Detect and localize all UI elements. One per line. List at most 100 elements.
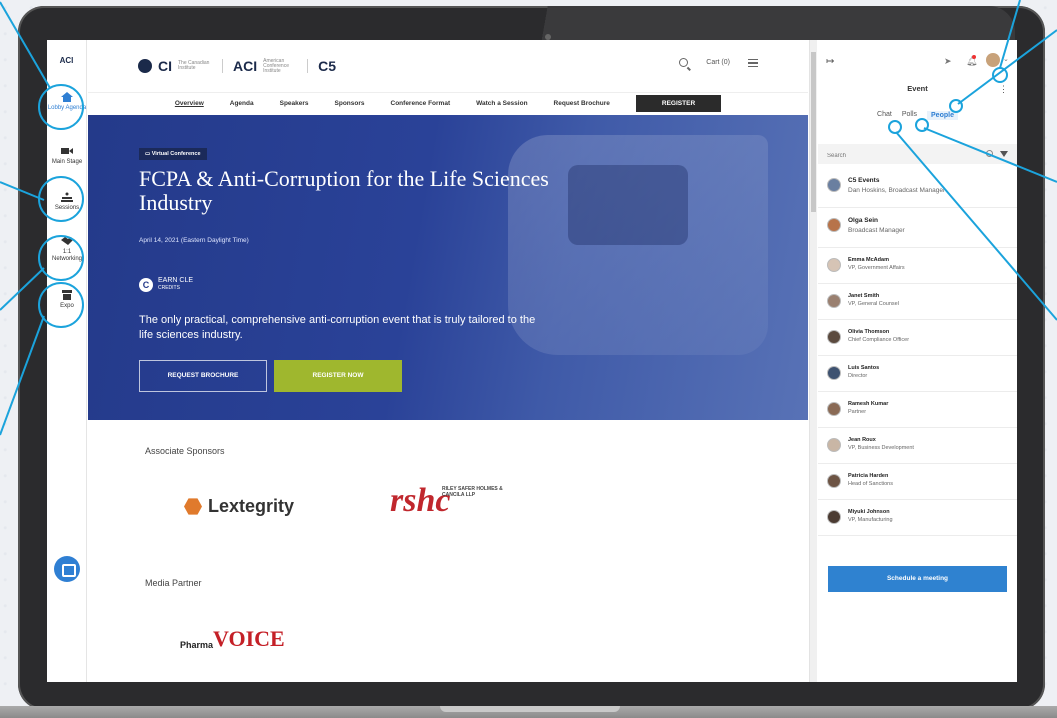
nav-watch-session[interactable]: Watch a Session bbox=[476, 100, 527, 107]
tab-people[interactable]: People bbox=[927, 111, 958, 120]
person-name: Janet Smith bbox=[848, 293, 880, 299]
ci-brand[interactable]: CI The Canadian Institute bbox=[138, 58, 212, 74]
aci-logo-text: ACI bbox=[233, 58, 258, 74]
cle-credits: C EARN CLE CREDITS bbox=[139, 277, 193, 292]
person-name: Emma McAdam bbox=[848, 257, 889, 263]
media-partner-heading: Media Partner bbox=[145, 578, 202, 588]
user-avatar[interactable] bbox=[986, 53, 1000, 67]
person-name: Olga Sein bbox=[848, 217, 878, 224]
rail-item-main-stage[interactable]: Main Stage bbox=[47, 146, 87, 166]
request-brochure-button[interactable]: REQUEST BROCHURE bbox=[139, 360, 267, 392]
tag-label: Virtual Conference bbox=[151, 151, 201, 157]
globe-icon bbox=[138, 59, 152, 73]
search-icon[interactable] bbox=[679, 58, 689, 67]
person-role: Chief Compliance Officer bbox=[848, 337, 910, 343]
booth-icon bbox=[62, 290, 72, 300]
rail-label: Main Stage bbox=[51, 159, 83, 165]
list-item[interactable]: Olga Sein Broadcast Manager bbox=[818, 208, 1017, 248]
rail-item-expo[interactable]: Expo bbox=[47, 290, 87, 310]
list-item[interactable]: Jean Roux VP, Business Development bbox=[818, 428, 1017, 464]
hamburger-menu-icon[interactable] bbox=[748, 58, 758, 67]
site-header: CI The Canadian Institute ACI American C… bbox=[88, 40, 808, 92]
list-item[interactable]: Luis Santos Director bbox=[818, 356, 1017, 392]
cle-c-icon: C bbox=[139, 277, 153, 292]
site-nav: Overview Agenda Speakers Sponsors Confer… bbox=[88, 92, 808, 114]
avatar bbox=[827, 330, 841, 344]
list-item[interactable]: Ramesh Kumar Partner bbox=[818, 392, 1017, 428]
tab-polls[interactable]: Polls bbox=[902, 111, 917, 120]
nav-overview[interactable]: Overview bbox=[175, 100, 204, 107]
chat-launcher-button[interactable] bbox=[54, 556, 80, 582]
event-side-panel: ↦ ➤ 🔔︎ ⌄ Event ⋮ Chat Polls People C5 Ev… bbox=[818, 40, 1017, 682]
hero-title: FCPA & Anti-Corruption for the Life Scie… bbox=[139, 166, 549, 215]
person-role: VP, General Counsel bbox=[848, 301, 899, 307]
avatar bbox=[827, 402, 841, 416]
tab-chat[interactable]: Chat bbox=[877, 111, 892, 120]
person-name: C5 Events bbox=[848, 177, 880, 184]
list-item[interactable]: Patricia Harden Head of Sanctions bbox=[818, 464, 1017, 500]
lextegrity-logo[interactable]: Lextegrity bbox=[184, 496, 294, 517]
virtual-conference-tag: ▭ Virtual Conference bbox=[139, 148, 207, 160]
person-name: Ramesh Kumar bbox=[848, 401, 889, 407]
associate-sponsors-heading: Associate Sponsors bbox=[145, 446, 225, 456]
panel-toolbar: ↦ ➤ 🔔︎ ⌄ bbox=[818, 40, 1017, 76]
search-icon[interactable] bbox=[986, 150, 993, 157]
list-item[interactable]: Olivia Thomson Chief Compliance Officer bbox=[818, 320, 1017, 356]
voice-text: VOICE bbox=[213, 626, 285, 651]
rail-label: Sessions bbox=[54, 205, 80, 211]
register-now-button[interactable]: REGISTER NOW bbox=[274, 360, 402, 392]
left-rail: ACI Lobby Agenda Main Stage Sessions 1:1… bbox=[47, 40, 87, 682]
nav-request-brochure[interactable]: Request Brochure bbox=[554, 100, 610, 107]
lextegrity-wordmark: Lextegrity bbox=[208, 496, 295, 516]
laptop-notch bbox=[440, 706, 620, 712]
avatar bbox=[827, 510, 841, 524]
kebab-menu-icon[interactable]: ⋮ bbox=[999, 84, 1008, 95]
people-list: C5 Events Dan Hoskins, Broadcast Manager… bbox=[818, 168, 1017, 536]
send-icon[interactable]: ➤ bbox=[944, 56, 952, 67]
nav-agenda[interactable]: Agenda bbox=[230, 100, 254, 107]
main-scrollbar[interactable] bbox=[809, 40, 817, 682]
nav-conference-format[interactable]: Conference Format bbox=[391, 100, 451, 107]
cle-line1: EARN CLE bbox=[158, 277, 194, 284]
chevron-down-icon[interactable]: ⌄ bbox=[1003, 55, 1009, 63]
avatar bbox=[827, 366, 841, 380]
rail-label: Expo bbox=[60, 303, 74, 309]
people-search-input[interactable] bbox=[827, 153, 967, 159]
person-role: VP, Business Development bbox=[848, 445, 914, 451]
rail-label: 1:1 Networking bbox=[51, 249, 82, 262]
person-role: Dan Hoskins, Broadcast Manager bbox=[848, 187, 946, 194]
aci-logo: ACI bbox=[59, 56, 74, 65]
pharmavoice-logo[interactable]: Pharma VOICE bbox=[180, 626, 285, 651]
app-screen: ACI Lobby Agenda Main Stage Sessions 1:1… bbox=[47, 40, 1017, 682]
laptop-base bbox=[0, 706, 1057, 718]
rail-item-sessions[interactable]: Sessions bbox=[47, 192, 87, 212]
avatar bbox=[827, 438, 841, 452]
collapse-panel-icon[interactable]: ↦ bbox=[826, 56, 834, 67]
list-item[interactable]: Janet Smith VP, General Counsel bbox=[818, 284, 1017, 320]
list-item[interactable]: C5 Events Dan Hoskins, Broadcast Manager bbox=[818, 168, 1017, 208]
rail-item-lobby-agenda[interactable]: Lobby Agenda bbox=[47, 92, 87, 112]
event-date: April 14, 2021 (Eastern Daylight Time) bbox=[139, 237, 249, 244]
rshc-firm-name: RILEY SAFER HOLMES & CANCILA LLP bbox=[442, 486, 503, 498]
cle-line2: CREDITS bbox=[158, 285, 180, 291]
ci-logo-text: CI bbox=[158, 58, 172, 74]
nav-speakers[interactable]: Speakers bbox=[280, 100, 309, 107]
audience-icon bbox=[61, 192, 73, 202]
aci-brand[interactable]: ACI American Conference Institute bbox=[233, 58, 297, 74]
schedule-meeting-button[interactable]: Schedule a meeting bbox=[828, 566, 1007, 592]
pharma-text: Pharma bbox=[180, 640, 214, 650]
avatar bbox=[827, 474, 841, 488]
nav-sponsors[interactable]: Sponsors bbox=[335, 100, 365, 107]
cart-link[interactable]: Cart (0) bbox=[706, 59, 730, 66]
c5-brand[interactable]: C5 bbox=[318, 58, 336, 74]
rail-item-networking[interactable]: 1:1 Networking bbox=[47, 236, 87, 263]
list-item[interactable]: Emma McAdam VP, Government Affairs bbox=[818, 248, 1017, 284]
avatar bbox=[827, 178, 841, 192]
scrollbar-thumb[interactable] bbox=[811, 52, 816, 212]
nav-register-button[interactable]: REGISTER bbox=[635, 95, 722, 112]
list-item[interactable]: Miyuki Johnson VP, Manufacturing bbox=[818, 500, 1017, 536]
home-icon bbox=[61, 92, 73, 102]
filter-icon[interactable] bbox=[1000, 151, 1008, 157]
rshc-logo[interactable]: rshc RILEY SAFER HOLMES & CANCILA LLP bbox=[390, 484, 503, 518]
person-name: Miyuki Johnson bbox=[848, 509, 890, 515]
